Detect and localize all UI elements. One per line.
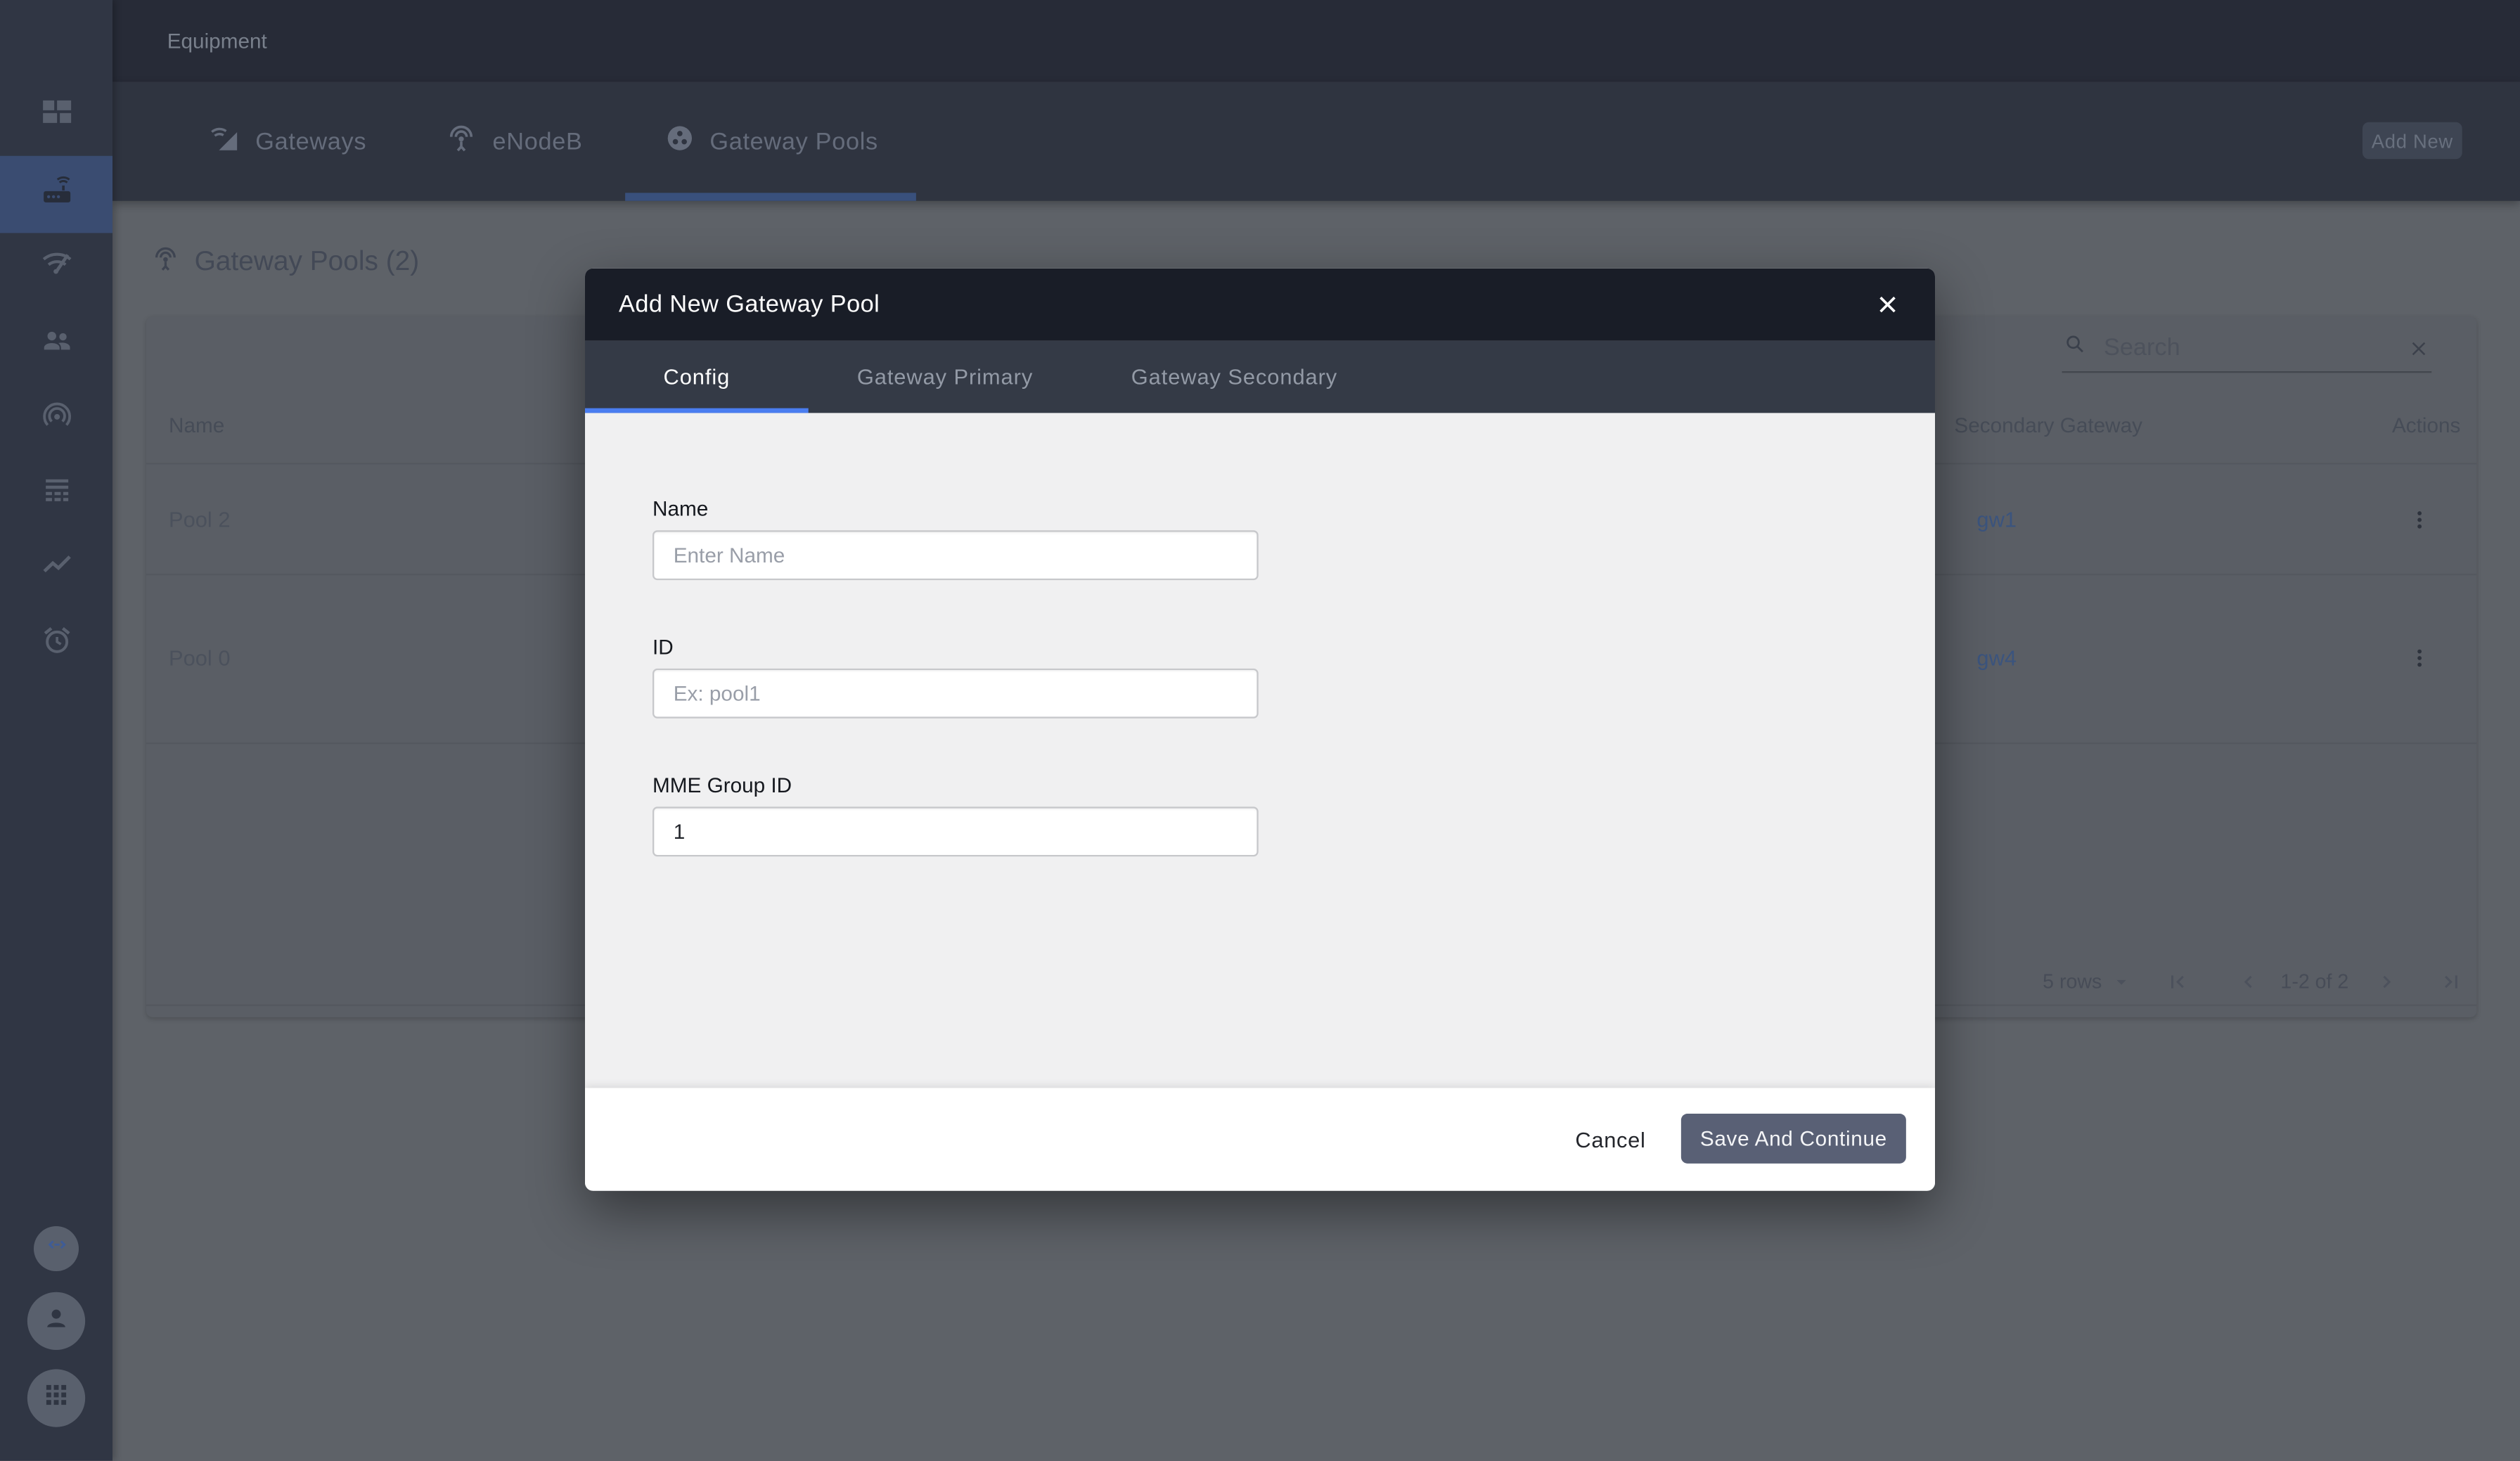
modal-header: Add New Gateway Pool [585,269,1935,341]
id-input[interactable] [652,669,1259,719]
modal-title: Add New Gateway Pool [619,291,880,318]
save-and-continue-button[interactable]: Save And Continue [1681,1114,1906,1164]
name-field-label: Name [652,496,708,520]
mme-group-id-input[interactable] [652,806,1259,856]
cancel-button[interactable]: Cancel [1562,1114,1659,1165]
id-field-label: ID [652,635,674,659]
modal-tabbar: Config Gateway Primary Gateway Secondary [585,341,1935,413]
mme-group-id-field-label: MME Group ID [652,773,792,797]
modal-tab-gateway-primary[interactable]: Gateway Primary [809,341,1082,413]
add-gateway-pool-modal: Add New Gateway Pool Config Gateway Prim… [585,269,1935,1191]
name-input[interactable] [652,530,1259,580]
modal-footer: Cancel Save And Continue [585,1088,1935,1190]
close-icon[interactable] [1863,280,1912,330]
modal-tab-config[interactable]: Config [585,341,809,413]
screen: Equipment [0,0,2520,1461]
modal-active-tab-underline [585,407,809,413]
modal-tab-gateway-secondary[interactable]: Gateway Secondary [1081,341,1387,413]
modal-body: Name ID MME Group ID [585,413,1935,1088]
